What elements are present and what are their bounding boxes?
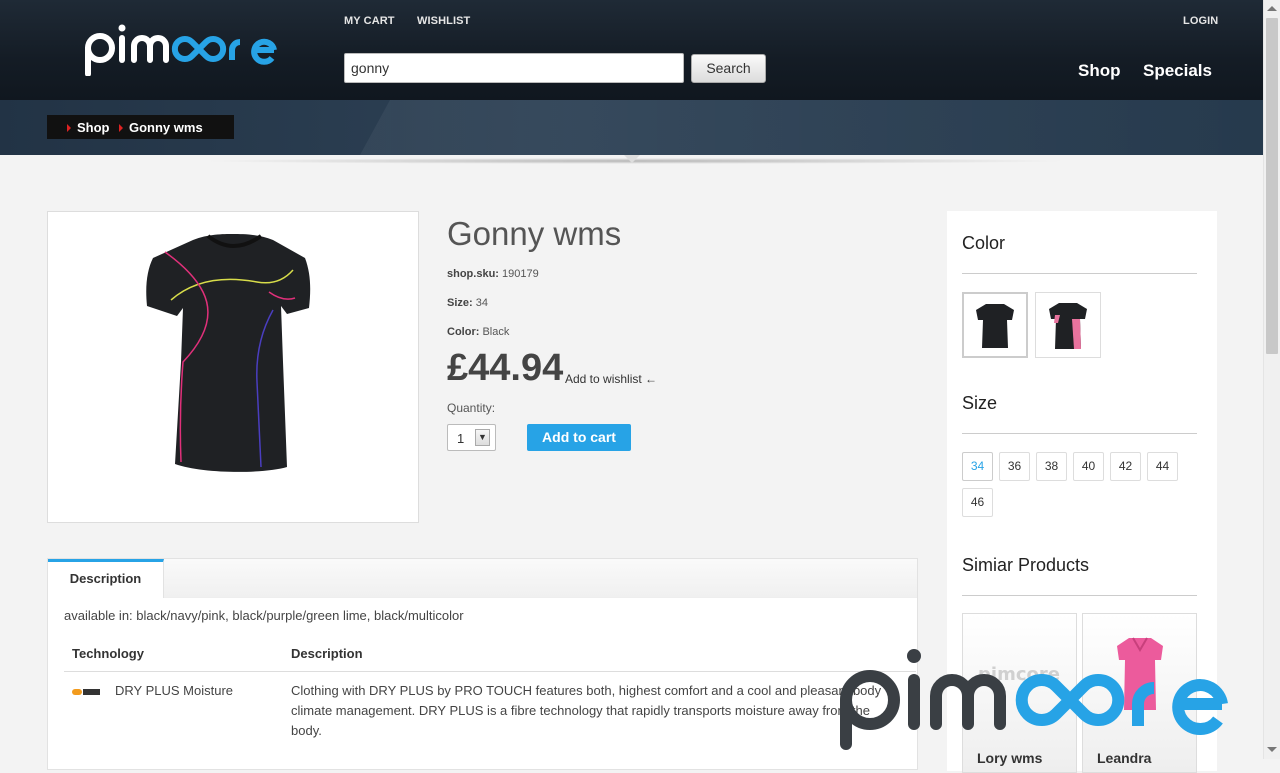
dry-plus-icon <box>72 689 100 695</box>
breadcrumb-arrow-icon <box>67 124 71 132</box>
availability-text: available in: black/navy/pink, black/pur… <box>64 608 464 623</box>
similar-product-name[interactable]: Leandra <box>1097 750 1151 766</box>
size-option[interactable]: 36 <box>999 452 1030 481</box>
product-color: Color: Black <box>447 326 510 338</box>
tab-bar <box>48 559 917 598</box>
tab-description[interactable]: Description <box>48 559 164 598</box>
quantity-select[interactable]: 1 ▼ <box>447 424 496 451</box>
size-option[interactable]: 40 <box>1073 452 1104 481</box>
tshirt-pink-thumb-icon <box>1049 303 1087 349</box>
size-option[interactable]: 44 <box>1147 452 1178 481</box>
table-row-technology: DRY PLUS Moisture <box>115 683 234 698</box>
color-swatch-pink[interactable] <box>1035 292 1101 358</box>
search-input[interactable] <box>344 53 684 83</box>
scroll-down-icon[interactable] <box>1267 747 1277 752</box>
breadcrumb-arrow-icon <box>119 124 123 132</box>
add-to-cart-button[interactable]: Add to cart <box>527 424 631 451</box>
nav-specials[interactable]: Specials <box>1143 61 1212 81</box>
search-button[interactable]: Search <box>691 54 766 83</box>
breadcrumb-current: Gonny wms <box>129 120 203 135</box>
divider <box>962 433 1197 434</box>
pimcore-logo[interactable] <box>84 24 288 76</box>
quantity-value: 1 <box>457 431 465 446</box>
my-cart-link[interactable]: MY CART <box>344 15 395 27</box>
divider <box>962 273 1197 274</box>
site-header: MY CART WISHLIST LOGIN Search Shop Speci… <box>0 0 1263 100</box>
nav-shop[interactable]: Shop <box>1078 61 1121 81</box>
quantity-label: Quantity: <box>447 401 496 415</box>
divider <box>962 595 1197 596</box>
product-title: Gonny wms <box>447 215 622 252</box>
size-heading: Size <box>962 393 998 413</box>
scrollbar-thumb[interactable] <box>1266 18 1278 354</box>
header-notch <box>624 155 640 163</box>
band-highlight <box>360 100 1263 155</box>
pimcore-watermark-logo <box>840 649 1228 750</box>
color-swatch-black[interactable] <box>962 292 1028 358</box>
product-price: £44.94 <box>447 347 564 389</box>
wishlist-link[interactable]: WISHLIST <box>417 15 470 27</box>
tshirt-image <box>146 234 311 472</box>
similar-product-name[interactable]: Lory wms <box>977 750 1042 766</box>
login-link[interactable]: LOGIN <box>1183 15 1218 27</box>
column-description: Description <box>291 646 363 661</box>
size-option[interactable]: 46 <box>962 488 993 517</box>
chevron-down-icon[interactable]: ▼ <box>475 429 490 446</box>
add-to-wishlist-link[interactable]: Add to wishlist ← <box>565 372 657 386</box>
size-option[interactable]: 42 <box>1110 452 1141 481</box>
table-row-description: Clothing with DRY PLUS by PRO TOUCH feat… <box>291 683 882 738</box>
column-technology: Technology <box>72 646 144 661</box>
color-heading: Color <box>962 233 1006 253</box>
product-image[interactable] <box>47 211 419 523</box>
size-option[interactable]: 38 <box>1036 452 1067 481</box>
table-divider <box>64 671 916 672</box>
product-size: Size: 34 <box>447 297 488 309</box>
similar-heading: Simiar Products <box>962 555 1090 575</box>
description-panel: Description available in: black/navy/pin… <box>47 558 918 770</box>
tshirt-thumb-icon <box>976 304 1014 348</box>
breadcrumb-shop[interactable]: Shop <box>77 120 110 135</box>
size-option-selected[interactable]: 34 <box>962 452 993 481</box>
product-sku: shop.sku: 190179 <box>447 268 539 280</box>
scroll-up-icon[interactable] <box>1267 6 1277 11</box>
